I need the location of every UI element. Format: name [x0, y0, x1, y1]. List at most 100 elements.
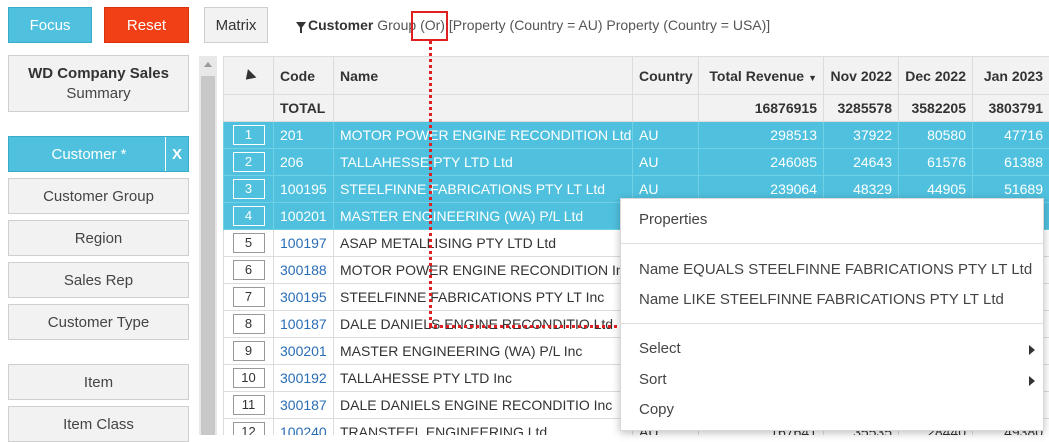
reset-button[interactable]: Reset [104, 7, 189, 43]
menu-item-select[interactable]: Select [639, 340, 681, 357]
filter-icon [296, 22, 306, 29]
total-nov-2022: 3285578 [824, 95, 899, 122]
corner-triangle-icon [241, 69, 256, 84]
scrollbar-thumb[interactable] [201, 76, 215, 435]
sidebar-item-item-class[interactable]: Item Class [8, 406, 189, 442]
code-cell: 201 [274, 122, 334, 149]
sidebar-scrollbar[interactable] [199, 56, 217, 435]
sidebar-item-region[interactable]: Region [8, 220, 189, 256]
code-link[interactable]: 300201 [280, 343, 327, 359]
total-index-cell [224, 95, 274, 122]
row-index-cell: 4 [224, 203, 274, 230]
row-number-box[interactable]: 11 [233, 395, 265, 415]
context-menu: Properties Name EQUALS STEELFINNE FABRIC… [620, 198, 1044, 431]
menu-divider [621, 243, 1043, 244]
nov-2022-cell: 24643 [824, 149, 899, 176]
close-icon[interactable]: X [165, 137, 188, 171]
code-link[interactable]: 300187 [280, 397, 327, 413]
jan-2023-cell: 47716 [973, 122, 1049, 149]
report-subtitle-text: Summary [9, 85, 188, 102]
column-header-jan-2023[interactable]: Jan 2023 [973, 57, 1049, 95]
sidebar-item-label: Customer * [9, 146, 165, 163]
report-title[interactable]: WD Company Sales Summary [8, 55, 189, 112]
name-cell: STEELFINNE FABRICATIONS PTY LT Ltd [334, 176, 633, 203]
submenu-arrow-icon [1029, 345, 1035, 355]
code-cell: 300201 [274, 338, 334, 365]
code-cell: 100197 [274, 230, 334, 257]
column-header-total-revenue[interactable]: Total Revenue ▼ [699, 57, 824, 95]
column-header-dec-2022[interactable]: Dec 2022 [899, 57, 973, 95]
row-number-box[interactable]: 4 [233, 206, 265, 226]
dec-2022-cell: 80580 [899, 122, 973, 149]
matrix-button[interactable]: Matrix [204, 7, 268, 43]
row-number-box[interactable]: 7 [233, 287, 265, 307]
scroll-up-icon[interactable] [204, 62, 212, 67]
or-highlight-annotation [411, 11, 448, 41]
select-all-corner[interactable] [224, 57, 274, 95]
sidebar-item-customer-group[interactable]: Customer Group [8, 178, 189, 214]
menu-item-properties[interactable]: Properties [639, 211, 707, 228]
table-row[interactable]: 2206TALLAHESSE PTY LTD LtdAU246085246436… [224, 149, 1049, 176]
code-cell: 100187 [274, 311, 334, 338]
column-header-name[interactable]: Name [334, 57, 633, 95]
annotation-dotted-line-horizontal [429, 325, 629, 328]
row-number-box[interactable]: 9 [233, 341, 265, 361]
name-cell: MOTOR POWER ENGINE RECONDITION Ltd [334, 122, 633, 149]
code-cell: 300192 [274, 365, 334, 392]
row-index-cell: 2 [224, 149, 274, 176]
row-number-box[interactable]: 5 [233, 233, 265, 253]
row-number-box[interactable]: 6 [233, 260, 265, 280]
sidebar-item-sales-rep[interactable]: Sales Rep [8, 262, 189, 298]
code-link[interactable]: 100187 [280, 316, 327, 332]
sort-desc-icon[interactable]: ▼ [808, 73, 817, 83]
code-cell: 100240 [274, 419, 334, 436]
name-cell: MASTER ENGINEERING (WA) P/L Ltd [334, 203, 633, 230]
sidebar-item-customer-type[interactable]: Customer Type [8, 304, 189, 340]
menu-item-name-like[interactable]: Name LIKE STEELFINNE FABRICATIONS PTY LT… [639, 291, 1004, 308]
code-cell: 206 [274, 149, 334, 176]
name-cell: TALLAHESSE PTY LTD Ltd [334, 149, 633, 176]
code-link[interactable]: 300192 [280, 370, 327, 386]
name-cell: MASTER ENGINEERING (WA) P/L Inc [334, 338, 633, 365]
column-header-label: Total Revenue [709, 68, 804, 84]
menu-item-sort[interactable]: Sort [639, 371, 667, 388]
menu-item-name-equals[interactable]: Name EQUALS STEELFINNE FABRICATIONS PTY … [639, 261, 1032, 278]
code-link[interactable]: 100240 [280, 424, 327, 435]
row-index-cell: 9 [224, 338, 274, 365]
row-number-box[interactable]: 1 [233, 125, 265, 145]
menu-item-copy[interactable]: Copy [639, 401, 674, 418]
code-link[interactable]: 300188 [280, 262, 327, 278]
filter-breadcrumb: Customer Group (Or) [Property (Country =… [296, 17, 770, 33]
dec-2022-cell: 61576 [899, 149, 973, 176]
column-header-code[interactable]: Code [274, 57, 334, 95]
submenu-arrow-icon [1029, 376, 1035, 386]
code-cell: 300188 [274, 257, 334, 284]
country-cell: AU [633, 149, 699, 176]
row-number-box[interactable]: 12 [233, 422, 265, 435]
total-jan-2023: 3803791 [973, 95, 1049, 122]
total-label: TOTAL [274, 95, 334, 122]
sidebar-item-customer-active[interactable]: Customer * X [8, 136, 189, 172]
code-cell: 300187 [274, 392, 334, 419]
sidebar-item-item[interactable]: Item [8, 364, 189, 400]
country-cell: AU [633, 122, 699, 149]
column-header-nov-2022[interactable]: Nov 2022 [824, 57, 899, 95]
row-number-box[interactable]: 10 [233, 368, 265, 388]
name-cell: MOTOR POWER ENGINE RECONDITION Inc [334, 257, 633, 284]
row-index-cell: 10 [224, 365, 274, 392]
row-number-box[interactable]: 3 [233, 179, 265, 199]
row-number-box[interactable]: 2 [233, 152, 265, 172]
annotation-dotted-line-vertical [429, 41, 432, 326]
code-link[interactable]: 100197 [280, 235, 327, 251]
name-cell: DALE DANIELS ENGINE RECONDITIO Ltd [334, 311, 633, 338]
column-header-country[interactable]: Country [633, 57, 699, 95]
focus-button[interactable]: Focus [8, 7, 92, 43]
row-number-box[interactable]: 8 [233, 314, 265, 334]
table-row[interactable]: 1 201MOTOR POWER ENGINE RECONDITION LtdAU… [224, 122, 1049, 149]
name-cell: STEELFINNE FABRICATIONS PTY LT Inc [334, 284, 633, 311]
filter-properties[interactable]: [Property (Country = AU) Property (Count… [449, 17, 770, 33]
nov-2022-cell: 37922 [824, 122, 899, 149]
code-link[interactable]: 300195 [280, 289, 327, 305]
row-index-cell: 11 [224, 392, 274, 419]
filter-dimension[interactable]: Customer [308, 17, 373, 33]
